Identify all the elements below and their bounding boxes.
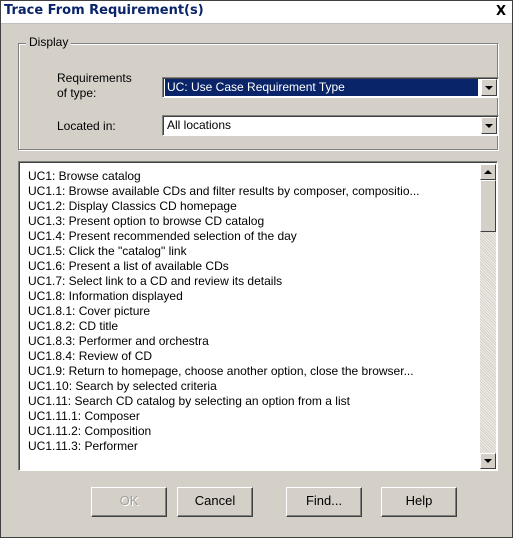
scroll-down-arrow-icon — [484, 459, 492, 463]
list-item[interactable]: UC1.7: Select link to a CD and review it… — [28, 274, 479, 289]
find-button[interactable]: Find... — [286, 487, 362, 517]
location-dropdown-button[interactable] — [481, 117, 497, 134]
list-item[interactable]: UC1.11.1: Composer — [28, 409, 479, 424]
list-item[interactable]: UC1.6: Present a list of available CDs — [28, 259, 479, 274]
dialog-title: Trace From Requirement(s) — [4, 3, 204, 18]
located-in-label: Located in: — [57, 119, 116, 133]
list-item[interactable]: UC1.8: Information displayed — [28, 289, 479, 304]
display-group-legend: Display — [26, 35, 72, 49]
title-bar: Trace From Requirement(s) X — [1, 1, 512, 24]
trace-from-requirements-dialog: Trace From Requirement(s) X Display Requ… — [0, 0, 513, 538]
close-icon: X — [495, 4, 507, 19]
list-item[interactable]: UC1.3: Present option to browse CD catal… — [28, 214, 479, 229]
list-item[interactable]: UC1.2: Display Classics CD homepage — [28, 199, 479, 214]
scroll-up-button[interactable] — [480, 164, 496, 180]
list-item[interactable]: UC1: Browse catalog — [28, 169, 479, 184]
scroll-up-arrow-icon — [484, 170, 492, 174]
list-item[interactable]: UC1.10: Search by selected criteria — [28, 379, 479, 394]
location-select[interactable]: All locations — [162, 115, 499, 136]
requirement-type-dropdown-button[interactable] — [481, 79, 497, 96]
requirements-type-label-line1: Requirements — [57, 71, 132, 85]
list-item[interactable]: UC1.11.3: Performer — [28, 439, 479, 454]
ok-button[interactable]: OK — [91, 487, 167, 517]
list-item[interactable]: UC1.8.2: CD title — [28, 319, 479, 334]
list-item[interactable]: UC1.8.3: Performer and orchestra — [28, 334, 479, 349]
list-item[interactable]: UC1.9: Return to homepage, choose anothe… — [28, 364, 479, 379]
scrollbar-thumb[interactable] — [480, 180, 496, 232]
requirements-type-label-line2: of type: — [57, 86, 97, 100]
chevron-down-icon — [485, 86, 493, 90]
scroll-down-button[interactable] — [480, 453, 496, 469]
help-button[interactable]: Help — [381, 487, 457, 517]
requirement-type-select[interactable]: UC: Use Case Requirement Type — [162, 77, 499, 98]
vertical-scrollbar[interactable] — [480, 164, 496, 469]
requirement-type-value: UC: Use Case Requirement Type — [165, 79, 478, 96]
list-item[interactable]: UC1.8.1: Cover picture — [28, 304, 479, 319]
list-item[interactable]: UC1.5: Click the "catalog" link — [28, 244, 479, 259]
list-item[interactable]: UC1.4: Present recommended selection of … — [28, 229, 479, 244]
list-item[interactable]: UC1.11.2: Composition — [28, 424, 479, 439]
requirements-list: UC1: Browse catalog UC1.1: Browse availab… — [28, 169, 479, 454]
requirements-listbox[interactable]: UC1: Browse catalog UC1.1: Browse availab… — [18, 161, 498, 471]
list-item[interactable]: UC1.8.4: Review of CD — [28, 349, 479, 364]
location-value: All locations — [167, 118, 232, 132]
list-item[interactable]: UC1.1: Browse available CDs and filter r… — [28, 184, 479, 199]
close-button[interactable]: X — [494, 4, 508, 19]
list-item[interactable]: UC1.11: Search CD catalog by selecting a… — [28, 394, 479, 409]
chevron-down-icon — [485, 124, 493, 128]
cancel-button[interactable]: Cancel — [177, 487, 253, 517]
